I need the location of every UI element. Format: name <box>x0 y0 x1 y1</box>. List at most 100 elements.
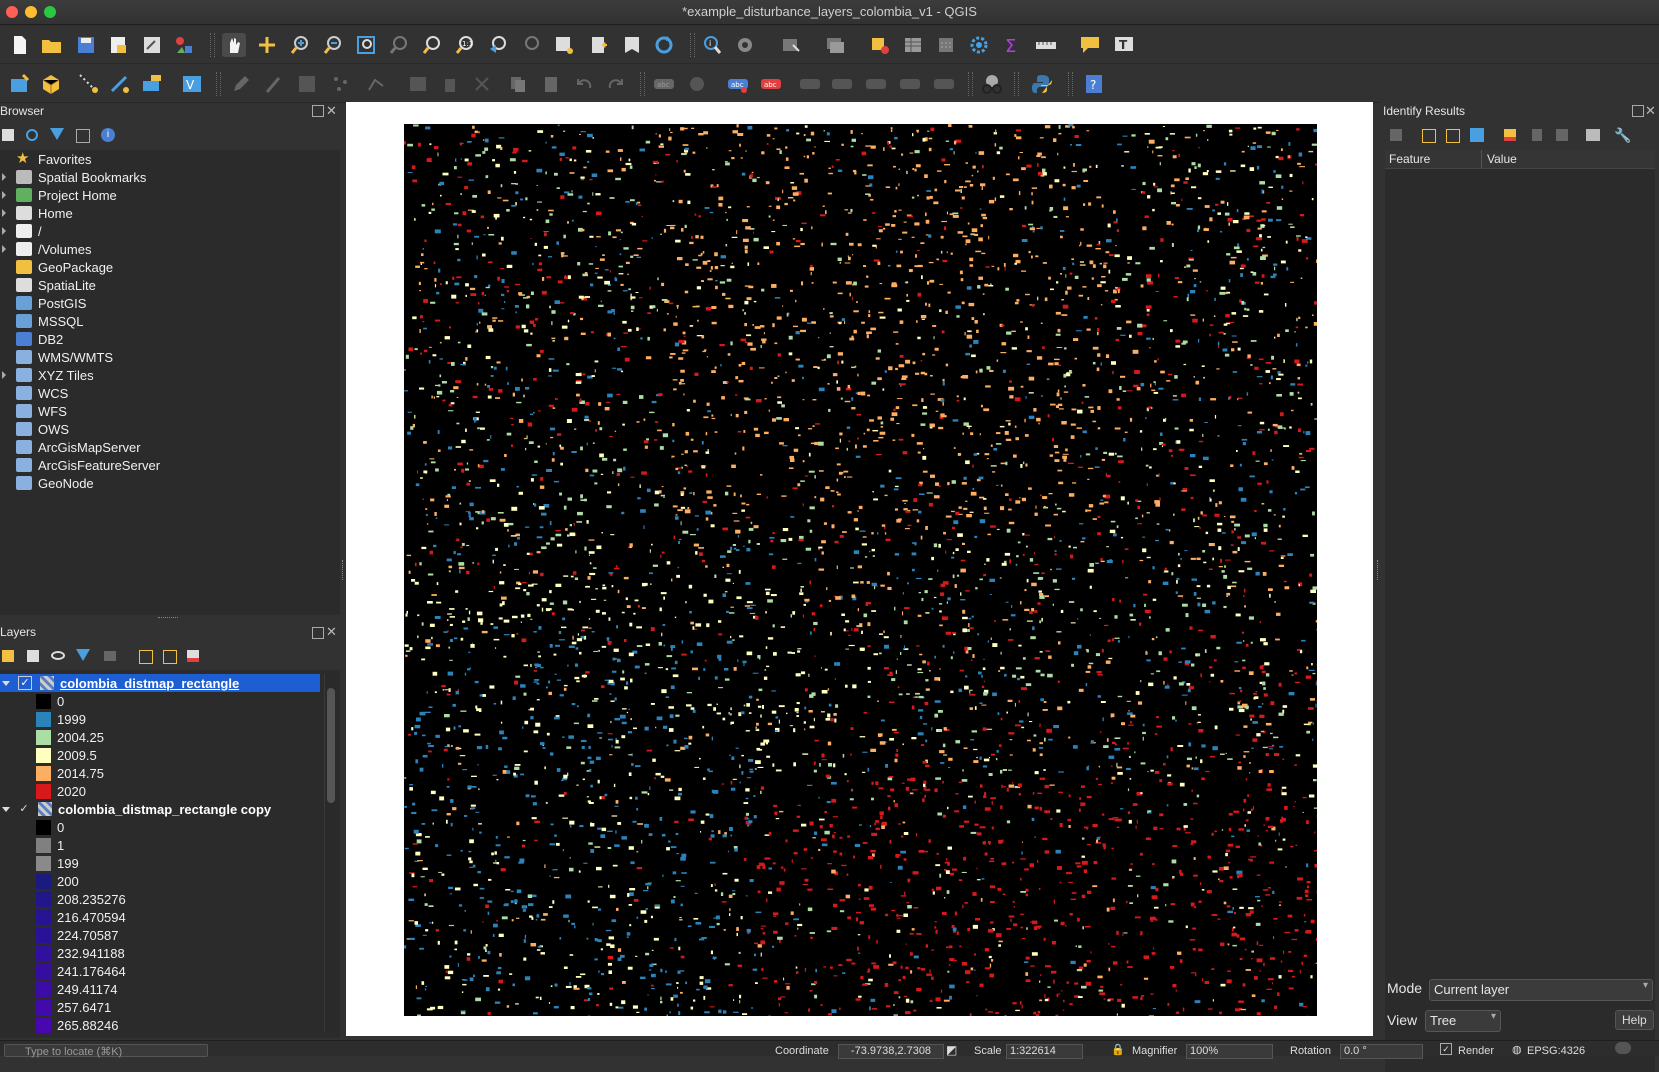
undo-icon[interactable] <box>572 72 596 96</box>
redo-icon[interactable] <box>604 72 628 96</box>
browser-item[interactable]: Spatial Bookmarks <box>0 168 146 186</box>
change-label-icon[interactable] <box>932 72 956 96</box>
layer-1-header[interactable]: ✓ colombia_distmap_rectangle <box>0 674 239 692</box>
expand-arrow-icon[interactable] <box>2 245 6 253</box>
zoom-to-selection-icon[interactable] <box>387 33 411 57</box>
browser-item[interactable]: OWS <box>0 420 69 438</box>
zoom-next-icon[interactable] <box>519 33 543 57</box>
magnifier-spinbox[interactable]: 100% <box>1186 1044 1273 1059</box>
collapse-arrow-icon[interactable] <box>2 681 10 686</box>
browser-item[interactable]: /Volumes <box>0 240 91 258</box>
modify-attributes-icon[interactable] <box>406 72 430 96</box>
deselect-all-icon[interactable] <box>868 33 892 57</box>
new-project-icon[interactable] <box>8 33 32 57</box>
collapse-all-icon[interactable] <box>76 129 90 143</box>
coordinate-input[interactable]: -73.9738,2.7308 <box>838 1044 944 1059</box>
temporary-layer-icon[interactable] <box>140 72 164 96</box>
settings-wrench-icon[interactable]: 🔧 <box>1614 127 1631 144</box>
close-identify-panel-icon[interactable]: ✕ <box>1645 103 1656 119</box>
right-dock-splitter[interactable] <box>1377 560 1380 580</box>
select-feature-icon[interactable] <box>1470 128 1484 142</box>
help-icon[interactable]: ? <box>1082 72 1106 96</box>
highlight-labels-icon[interactable]: abc <box>759 72 783 96</box>
browser-item[interactable]: XYZ Tiles <box>0 366 94 384</box>
copy-feature-icon[interactable] <box>1532 129 1542 141</box>
locator-search-input[interactable]: Type to locate (⌘K) <box>4 1044 208 1057</box>
print-results-icon[interactable] <box>1556 129 1568 141</box>
filter-browser-icon[interactable] <box>50 128 64 140</box>
label-toolbar-icon[interactable]: abc <box>652 72 676 96</box>
render-checkbox[interactable]: ✓ <box>1440 1043 1452 1055</box>
browser-item[interactable]: SpatiaLite <box>0 276 96 294</box>
statistics-sigma-icon[interactable]: Σ <box>1000 33 1024 57</box>
expand-arrow-icon[interactable] <box>2 191 6 199</box>
move-label-icon[interactable] <box>864 72 888 96</box>
browser-item[interactable]: ★Favorites <box>0 150 91 168</box>
expand-all-icon[interactable] <box>139 650 153 664</box>
run-action-icon[interactable] <box>733 33 757 57</box>
zoom-full-icon[interactable] <box>354 33 378 57</box>
scale-combo[interactable]: 1:322614 <box>1006 1044 1083 1059</box>
browser-item[interactable]: ArcGisMapServer <box>0 438 141 456</box>
filter-legend-icon[interactable] <box>76 649 90 661</box>
browser-item[interactable]: MSSQL <box>0 312 84 330</box>
diagram-options-icon[interactable] <box>685 72 709 96</box>
layer-2-name[interactable]: colombia_distmap_rectangle copy <box>58 802 271 817</box>
lock-scale-icon[interactable]: 🔒 <box>1111 1043 1125 1056</box>
panel-splitter[interactable] <box>158 617 178 620</box>
add-group-icon[interactable] <box>27 650 39 662</box>
open-project-icon[interactable] <box>40 33 64 57</box>
browser-item[interactable]: DB2 <box>0 330 63 348</box>
measure-line-icon[interactable] <box>1034 33 1058 57</box>
manage-visibility-icon[interactable] <box>51 651 65 660</box>
field-calculator-icon[interactable] <box>934 33 958 57</box>
expand-tree-icon[interactable] <box>1390 129 1402 141</box>
crs-globe-icon[interactable]: ◍ <box>1512 1043 1522 1056</box>
properties-info-icon[interactable]: i <box>101 128 115 142</box>
save-project-icon[interactable] <box>74 33 98 57</box>
map-tips-icon[interactable] <box>1078 33 1102 57</box>
new-geopackage-layer-icon[interactable] <box>40 72 64 96</box>
toggle-editing-icon[interactable] <box>229 72 253 96</box>
refresh-browser-icon[interactable] <box>26 129 38 141</box>
save-edits-icon[interactable] <box>295 72 319 96</box>
float-layers-panel-icon[interactable] <box>312 627 324 639</box>
style-manager-icon[interactable] <box>172 33 196 57</box>
browser-item[interactable]: PostGIS <box>0 294 86 312</box>
browser-item[interactable]: GeoNode <box>0 474 94 492</box>
text-annotation-icon[interactable]: T <box>1113 33 1137 57</box>
paste-features-icon[interactable] <box>539 72 563 96</box>
expand-new-results-icon[interactable] <box>1422 129 1436 143</box>
layer-1-name[interactable]: colombia_distmap_rectangle <box>60 676 239 691</box>
settings-gear-icon[interactable] <box>967 33 991 57</box>
new-map-view-icon[interactable] <box>552 33 576 57</box>
copy-features-icon[interactable] <box>506 72 530 96</box>
zoom-native-icon[interactable]: 1:1 <box>453 33 477 57</box>
attribute-table-icon[interactable] <box>901 33 925 57</box>
layers-scrollbar[interactable] <box>324 674 337 1032</box>
new-print-layout-icon[interactable] <box>106 33 130 57</box>
layer-visibility-checkbox[interactable]: ✓ <box>18 803 30 815</box>
browser-item[interactable]: GeoPackage <box>0 258 113 276</box>
delete-selected-icon[interactable] <box>438 72 462 96</box>
open-layer-styling-icon[interactable] <box>2 650 14 662</box>
left-dock-splitter[interactable] <box>342 560 345 580</box>
zoom-out-icon[interactable] <box>321 33 345 57</box>
browser-item[interactable]: WMS/WMTS <box>0 348 113 366</box>
select-features-icon[interactable] <box>779 33 803 57</box>
expand-arrow-icon[interactable] <box>2 371 6 379</box>
messages-icon[interactable] <box>1615 1042 1631 1054</box>
python-console-icon[interactable] <box>1030 72 1054 96</box>
show-labels-icon[interactable] <box>830 72 854 96</box>
browser-item[interactable]: WCS <box>0 384 68 402</box>
identify-mode-icon[interactable] <box>1586 129 1600 141</box>
close-panel-icon[interactable]: ✕ <box>326 103 337 119</box>
layer-visibility-checkbox[interactable]: ✓ <box>18 676 32 690</box>
pin-labels-icon[interactable] <box>798 72 822 96</box>
close-layers-panel-icon[interactable]: ✕ <box>326 624 337 640</box>
zoom-last-icon[interactable] <box>486 33 510 57</box>
expand-arrow-icon[interactable] <box>2 209 6 217</box>
view-select[interactable]: Tree ▾ <box>1425 1010 1501 1032</box>
show-bookmarks-icon[interactable] <box>620 33 644 57</box>
browser-item[interactable]: Project Home <box>0 186 117 204</box>
